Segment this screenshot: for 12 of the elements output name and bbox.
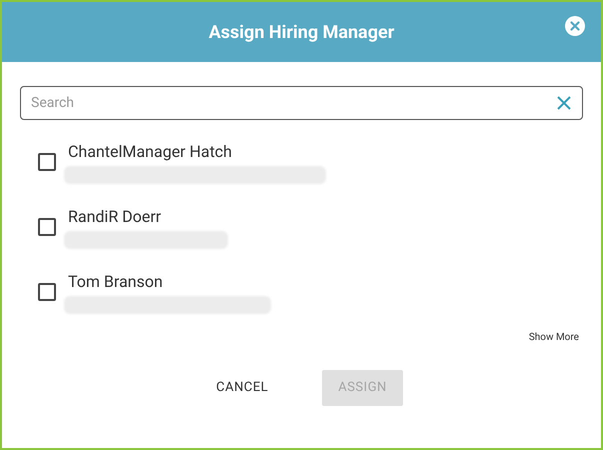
cancel-button[interactable]: CANCEL xyxy=(200,370,284,406)
clear-icon[interactable] xyxy=(557,96,571,110)
show-more-link[interactable]: Show More xyxy=(528,330,579,345)
checkbox[interactable] xyxy=(38,153,56,171)
close-icon[interactable] xyxy=(565,16,585,36)
checkbox[interactable] xyxy=(38,218,56,236)
person-name: ChantelManager Hatch xyxy=(68,142,233,162)
person-name: Tom Branson xyxy=(68,272,164,292)
search-field[interactable]: Search xyxy=(20,86,583,120)
checkbox[interactable] xyxy=(38,283,56,301)
person-name: RandiR Doerr xyxy=(68,207,162,227)
dialog-title: Assign Hiring Manager xyxy=(208,20,394,44)
